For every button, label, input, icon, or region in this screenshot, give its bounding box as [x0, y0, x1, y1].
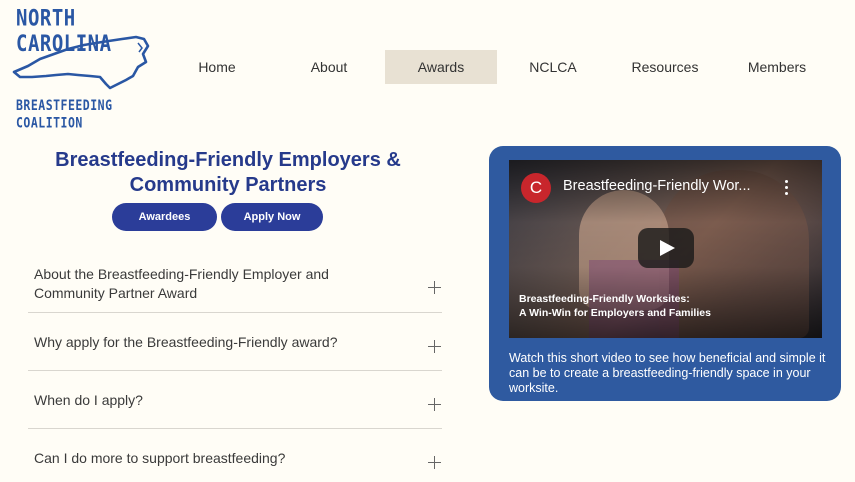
- expand-plus-icon[interactable]: [428, 340, 442, 354]
- faq-item-about-award[interactable]: About the Breastfeeding-Friendly Employe…: [28, 256, 442, 313]
- video-overlay-line2: A Win-Win for Employers and Families: [519, 307, 711, 319]
- faq-item-why-apply[interactable]: Why apply for the Breastfeeding-Friendly…: [28, 313, 442, 371]
- page-title-line1: Breastfeeding-Friendly Employers &: [55, 149, 401, 171]
- nav-item-awards[interactable]: Awards: [385, 50, 497, 84]
- more-options-icon[interactable]: [785, 180, 789, 196]
- faq-item-support-more[interactable]: Can I do more to support breastfeeding?: [28, 429, 442, 482]
- expand-plus-icon[interactable]: [428, 398, 442, 412]
- faq-question-line1: About the Breastfeeding-Friendly Employe…: [34, 266, 329, 282]
- expand-plus-icon[interactable]: [428, 456, 442, 470]
- video-caption: Watch this short video to see how benefi…: [509, 351, 826, 395]
- award-buttons: Awardees Apply Now: [112, 203, 323, 231]
- page-title-line2: Community Partners: [129, 174, 327, 196]
- video-card: C Breastfeeding-Friendly Wor... Breastfe…: [489, 146, 841, 401]
- nav-item-home[interactable]: Home: [161, 50, 273, 84]
- nav-item-about[interactable]: About: [273, 50, 385, 84]
- page: NORTH CAROLINA BREASTFEEDING COALITION H…: [0, 0, 855, 482]
- faq-question: About the Breastfeeding-Friendly Employe…: [28, 256, 442, 303]
- page-title: Breastfeeding-Friendly Employers & Commu…: [28, 148, 428, 198]
- play-icon[interactable]: [638, 228, 694, 268]
- north-carolina-map-icon: [12, 35, 150, 90]
- faq-item-when-apply[interactable]: When do I apply?: [28, 371, 442, 429]
- nav-item-nclca[interactable]: NCLCA: [497, 50, 609, 84]
- site-logo[interactable]: NORTH CAROLINA BREASTFEEDING COALITION: [10, 4, 160, 131]
- video-player[interactable]: C Breastfeeding-Friendly Wor... Breastfe…: [509, 160, 822, 338]
- video-title[interactable]: Breastfeeding-Friendly Wor...: [563, 178, 778, 194]
- nav-item-members[interactable]: Members: [721, 50, 833, 84]
- awardees-button[interactable]: Awardees: [112, 203, 217, 231]
- channel-avatar-icon[interactable]: C: [521, 173, 551, 203]
- apply-now-button[interactable]: Apply Now: [221, 203, 323, 231]
- video-overlay-line1: Breastfeeding-Friendly Worksites:: [519, 293, 690, 305]
- faq-question: When do I apply?: [34, 392, 143, 408]
- faq-question: Can I do more to support breastfeeding?: [34, 450, 286, 466]
- faq-question-line2: Community Partner Award: [34, 285, 198, 301]
- expand-plus-icon[interactable]: [428, 281, 442, 295]
- faq-question: Why apply for the Breastfeeding-Friendly…: [34, 334, 338, 350]
- faq-accordion: About the Breastfeeding-Friendly Employe…: [28, 256, 442, 482]
- nav-item-resources[interactable]: Resources: [609, 50, 721, 84]
- logo-bottom-text: BREASTFEEDING COALITION: [16, 96, 113, 131]
- main-nav: Home About Awards NCLCA Resources Member…: [161, 50, 833, 84]
